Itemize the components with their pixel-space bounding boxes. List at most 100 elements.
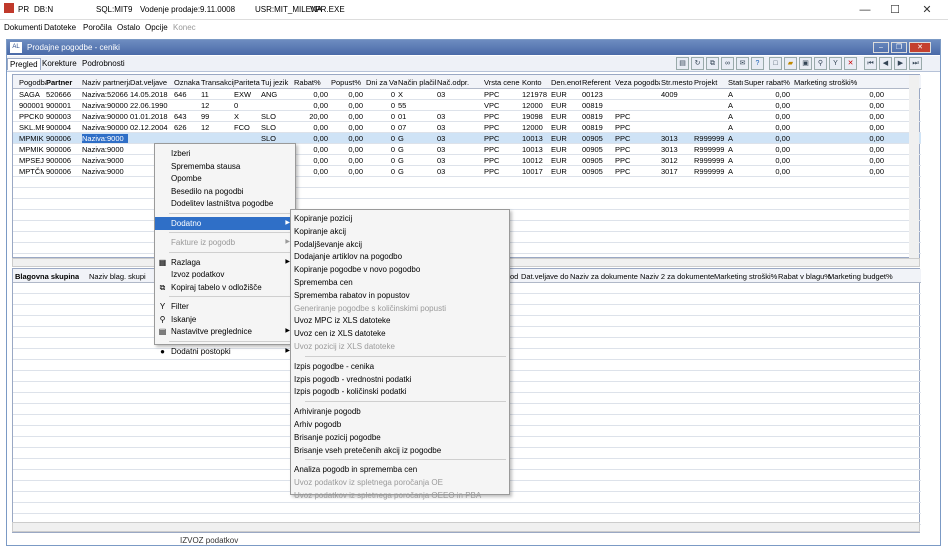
table-row[interactable]: MPMIKL900006Naziva:9000SLO0,000,000G03PP…	[13, 133, 921, 144]
context-menu-item-besedilo-na-pogodbi[interactable]: Besedilo na pogodbi	[155, 185, 295, 198]
menu-opcije[interactable]: Opcije	[145, 23, 168, 32]
submenu-item-izpis-pogodb-koli-inski-podatki[interactable]: Izpis pogodb - količinski podatki	[291, 385, 509, 398]
table-row[interactable]: 900001(900001 Naziva:900001 22.06.1990 12 0 0…	[13, 100, 921, 111]
submenu-item-generiranje-pogodbe-s-koli-inskimi-popusti[interactable]: Generiranje pogodbe s količinskimi popus…	[291, 302, 509, 315]
header-den-enota[interactable]: Den.enota	[551, 78, 581, 87]
header-rabat-[interactable]: Rabat%	[294, 78, 330, 87]
context-menu-item-izberi[interactable]: Izberi	[155, 147, 295, 160]
context-menu-item-dodatni-postopki[interactable]: ● Dodatni postopki ▶	[155, 345, 295, 358]
header-blagovna-skupina[interactable]: Blagovna skupina	[15, 272, 79, 281]
submenu-item-uvoz-podatkov-iz-spletnega-poro-anja-oe[interactable]: Uvoz podatkov iz spletnega poročanja OE	[291, 476, 509, 489]
submenu-item-sprememba-rabatov-in-popustov[interactable]: Sprememba rabatov in popustov	[291, 289, 509, 302]
submenu-item-izpis-pogodbe-cenika[interactable]: Izpis pogodbe - cenika	[291, 360, 509, 373]
filter-icon[interactable]: Y	[829, 57, 842, 70]
grid2-horizontal-scrollbar[interactable]	[12, 522, 920, 532]
save-icon[interactable]: ▣	[799, 57, 812, 70]
table-row[interactable]	[13, 188, 921, 199]
header-naziv-za-dokumente[interactable]: Naziv za dokumente	[570, 272, 638, 281]
header-pariteta[interactable]: Pariteta	[234, 78, 261, 87]
header-konto[interactable]: Konto	[522, 78, 550, 87]
submenu-item-brisanje-pozicij-pogodbe[interactable]: Brisanje pozicij pogodbe	[291, 431, 509, 444]
submenu-item-uvoz-podatkov-iz-spletnega-poro-anja-oeeo-in-pba[interactable]: Uvoz podatkov iz spletnega poročanja OEE…	[291, 489, 509, 502]
header-od[interactable]: od	[510, 272, 518, 281]
minimize-button[interactable]: —	[850, 1, 880, 19]
context-menu-item-fakture-iz-pogodb[interactable]: Fakture iz pogodb ▶	[155, 236, 295, 249]
maximize-button[interactable]: ☐	[880, 1, 910, 19]
context-menu-item-nastavitve-preglednice[interactable]: ▤ Nastavitve preglednice ▶	[155, 325, 295, 338]
header-na-in-pla-ila[interactable]: Način plačila	[398, 78, 436, 87]
header-naziv2-za-dokumente[interactable]: Naziv 2 za dokumente	[640, 272, 714, 281]
prev-icon[interactable]: ◀	[879, 57, 892, 70]
table-row[interactable]: MPMIKL900006Naziva:9000SLO0,000,000G03PP…	[13, 144, 921, 155]
submenu-item-kopiranje-pogodbe-v-novo-pogodbo[interactable]: Kopiranje pogodbe v novo pogodbo	[291, 263, 509, 276]
header-dni-za[interactable]: Dni za	[366, 78, 388, 87]
link-icon[interactable]: ∞	[721, 57, 734, 70]
tab-korekture[interactable]: Korekture	[40, 58, 79, 69]
header-naziv-blag-skupine[interactable]: Naziv blag. skupi	[89, 272, 153, 281]
header-referent[interactable]: Referent	[582, 78, 614, 87]
page-icon[interactable]: ▤	[676, 57, 689, 70]
table-row[interactable]: MPSEJI900006Naziva:9000SLO0,000,000G03PP…	[13, 155, 921, 166]
context-menu-item-dodelitev-lastni-tva-pogodbe[interactable]: Dodelitev lastništva pogodbe	[155, 197, 295, 210]
submenu-item-kopiranje-akcij[interactable]: Kopiranje akcij	[291, 225, 509, 238]
context-menu-item-razlaga[interactable]: ▦ Razlaga ▶	[155, 256, 295, 269]
context-menu-item-sprememba-stausa[interactable]: Sprememba stausa	[155, 160, 295, 173]
help-icon[interactable]: ?	[751, 57, 764, 70]
table-row[interactable]: SKL.ME 900004 Naziva:900004 02.12.2004 626 12…	[13, 122, 921, 133]
header-marketing-stro-ki-[interactable]: Marketing stroški%	[794, 78, 886, 87]
refresh-icon[interactable]: ↻	[691, 57, 704, 70]
header-naziv-partnerja[interactable]: Naziv partnerja	[82, 78, 130, 87]
menu-dokumenti[interactable]: Dokumenti	[4, 23, 42, 32]
table-row[interactable]	[13, 177, 921, 188]
close-button[interactable]: ✕	[912, 1, 942, 19]
header-tuj-jezik[interactable]: Tuj jezik	[261, 78, 294, 87]
submenu-item-brisanje-vseh-prete-enih-akcij-iz-pogodbe[interactable]: Brisanje vseh pretečenih akcij iz pogodb…	[291, 444, 509, 457]
table-row[interactable]: SAGA 520666 Naziva:520666 14.05.2018 646 11 EX…	[13, 89, 921, 100]
table-row[interactable]: MPTČM900006Naziva:9000SLO0,000,000G03PPC…	[13, 166, 921, 177]
close-icon[interactable]: ✕	[844, 57, 857, 70]
first-icon[interactable]: ⏮	[864, 57, 877, 70]
submenu-item-uvoz-pozicij-iz-xls-datoteke[interactable]: Uvoz pozicij iz XLS datoteke	[291, 340, 509, 353]
copy-icon[interactable]: ⧉	[706, 57, 719, 70]
tab-podrobnosti[interactable]: Podrobnosti	[80, 58, 127, 69]
submenu-item-uvoz-cen-iz-xls-datoteke[interactable]: Uvoz cen iz XLS datoteke	[291, 327, 509, 340]
table-row[interactable]: PPCK01900003 Naziva:90000301.01.2018 643 99…	[13, 111, 921, 122]
inner-close-button[interactable]: ✕	[909, 42, 931, 53]
context-menu-item-dodatno[interactable]: Dodatno ▶	[155, 216, 295, 230]
header-transakcija[interactable]: Transakcija	[201, 78, 234, 87]
header-na-odpr-[interactable]: Nač.odpr.	[437, 78, 483, 87]
header-partner[interactable]: Partner	[46, 78, 82, 87]
new-icon[interactable]: □	[769, 57, 782, 70]
header-marketing-stroski[interactable]: Marketing stroški%	[714, 272, 777, 281]
header-marketing-budget[interactable]: Marketing budget%	[828, 272, 893, 281]
header-oznaka[interactable]: Oznaka	[174, 78, 201, 87]
submenu-item-izpis-pogodb-vrednostni-podatki[interactable]: Izpis pogodb - vrednostni podatki	[291, 373, 509, 386]
open-icon[interactable]: ▰	[784, 57, 797, 70]
submenu-item-podalj-evanje-akcij[interactable]: Podaljševanje akcij	[291, 238, 509, 251]
header-veza-pogodba[interactable]: Veza pogodba	[615, 78, 660, 87]
mail-icon[interactable]: ✉	[736, 57, 749, 70]
header-pogodba[interactable]: Pogodba	[19, 78, 46, 87]
inner-restore-button[interactable]: ❐	[891, 42, 907, 53]
submenu-item-sprememba-cen[interactable]: Sprememba cen	[291, 276, 509, 289]
tab-pregled[interactable]: Pregled	[7, 58, 41, 70]
submenu-item-uvoz-mpc-iz-xls-datoteke[interactable]: Uvoz MPC iz XLS datoteke	[291, 314, 509, 327]
header-valuta[interactable]: Valuta	[389, 78, 397, 87]
header-rabat-v-blagu[interactable]: Rabat v blagu%	[778, 272, 831, 281]
header-str-mesto[interactable]: Str.mesto	[661, 78, 693, 87]
last-icon[interactable]: ⏭	[909, 57, 922, 70]
context-menu-item-filter[interactable]: Y Filter	[155, 300, 295, 313]
header-popust-[interactable]: Popust%	[331, 78, 365, 87]
menu-porocila[interactable]: Poročila	[83, 23, 112, 32]
header-dat-veljave-do[interactable]: Dat.veljave do	[521, 272, 569, 281]
submenu-item-analiza-pogodb-in-sprememba-cen[interactable]: Analiza pogodb in sprememba cen	[291, 463, 509, 476]
context-menu-item-kopiraj-tabelo-v-odlo-i-e[interactable]: ⧉ Kopiraj tabelo v odložišče	[155, 281, 295, 294]
submenu-item-dodajanje-artiklov-na-pogodbo[interactable]: Dodajanje artiklov na pogodbo	[291, 250, 509, 263]
context-menu-item-izvoz-podatkov[interactable]: Izvoz podatkov	[155, 268, 295, 281]
table-row[interactable]	[13, 503, 921, 514]
next-icon[interactable]: ▶	[894, 57, 907, 70]
submenu-item-arhiv-pogodb[interactable]: Arhiv pogodb	[291, 418, 509, 431]
grid-vertical-scrollbar[interactable]	[909, 75, 919, 259]
header-projekt[interactable]: Projekt	[694, 78, 727, 87]
search-icon[interactable]: ⚲	[814, 57, 827, 70]
